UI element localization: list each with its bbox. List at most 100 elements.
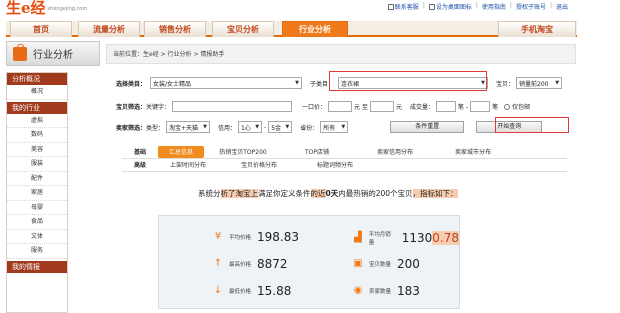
sidebar-item-home[interactable]: 家居	[7, 186, 67, 201]
chevron-down-icon: ▼	[255, 124, 260, 130]
desktop-icon-link[interactable]: 设为桌面图标	[428, 2, 472, 11]
chevron-down-icon: ▼	[295, 80, 300, 86]
breadcrumb: 当前位置：生e经 > 行业分析 > 情报助手	[106, 44, 576, 64]
deal-max-input[interactable]	[470, 101, 491, 112]
sidebar-item-services[interactable]: 服务	[7, 244, 67, 259]
logo-text: 生e经	[6, 0, 46, 17]
sidebar-section-my-industry[interactable]: 我的行业	[7, 101, 67, 114]
baby-label: 宝贝：	[496, 80, 515, 88]
chevron-down-icon: ▼	[203, 124, 208, 130]
price-max-input[interactable]	[369, 101, 394, 112]
sidebar-item-accessories[interactable]: 配件	[7, 172, 67, 186]
sidebar-item-beauty[interactable]: 美容	[7, 143, 67, 157]
user-guide-link[interactable]: 使用指南	[482, 2, 506, 11]
category-select[interactable]: 女装/女士精品 ▼	[150, 77, 303, 89]
baby-filter-label: 宝贝筛选：	[116, 104, 147, 111]
sidebar-section-overview[interactable]: 分析概况	[7, 73, 67, 85]
avg-sales-stat: ▟ 平均月销量 11300.78	[354, 231, 459, 246]
province-select[interactable]: 所有 ▼	[320, 121, 349, 133]
price-min-input[interactable]	[328, 101, 353, 112]
deal-label: 成交量：	[409, 104, 434, 111]
baby-range-select[interactable]: 销量前200 ▼	[516, 77, 563, 89]
price-unit-label: 元	[395, 104, 402, 111]
free-shipping-label: 仅包邮	[512, 104, 531, 111]
tab-mobile-taobao[interactable]: 手机淘宝	[498, 21, 576, 37]
tab-group-basic: 基础	[133, 149, 146, 156]
top-links: 联系客服 | 设为桌面图标 | 使用指南 | 授权子账号 | 退出	[387, 2, 568, 11]
sidebar-item-virtual[interactable]: 虚拟	[7, 114, 67, 128]
category-label: 选择类目：	[116, 80, 147, 88]
tab-traffic-analysis[interactable]: 流量分析	[78, 21, 140, 37]
max-price-stat: ↑ 最高价格 8872	[213, 257, 288, 271]
package-icon: ▣	[353, 258, 363, 269]
summary-notice: 系统分析了淘宝上满足你定义条件的近0天内最热销的200个宝贝，指标如下：	[198, 189, 458, 198]
sidebar-item-digital[interactable]: 数码	[7, 128, 67, 143]
tab-home[interactable]: 首页	[10, 21, 72, 37]
logo-domain: shengejing.com	[47, 6, 88, 12]
baby-filter-row: 宝贝筛选： 关键字： 一口价： 元 至 元 成交量： 笔 - 笔 仅包邮	[116, 101, 530, 112]
credit-label: 信用：	[218, 124, 237, 132]
deal-min-input[interactable]	[436, 101, 456, 112]
seller-filter-label: 卖家筛选：	[116, 124, 147, 132]
price-label: 一口价：	[302, 104, 327, 111]
contact-support-link[interactable]: 联系客服	[387, 2, 419, 11]
bar-chart-icon: ▟	[354, 232, 362, 243]
arrow-up-icon: ↑	[213, 258, 223, 269]
seller-count-stat: ◉ 卖家数量 183	[353, 284, 420, 298]
tab-top200-items[interactable]: 热销宝贝TOP200	[204, 146, 282, 158]
province-label: 省份：	[300, 124, 319, 132]
tab-item-analysis[interactable]: 宝贝分析	[212, 21, 274, 37]
price-to-label: 元 至	[354, 104, 368, 111]
min-price-stat: ↓ 最低价格 15.88	[213, 284, 292, 298]
keyword-label: 关键字：	[146, 104, 171, 111]
sidebar-item-overview[interactable]: 概况	[7, 85, 67, 100]
sidebar: 分析概况 概况 我的行业 虚拟 数码 美容 服装 配件 家居 母婴 食品 文体 …	[6, 72, 68, 313]
seller-filter-row: 卖家筛选： 类型： 淘宝+天猫 ▼ 信用： 1心 ▼ - 5金 ▼ 省份： 所有 ▼ 条…	[116, 121, 543, 133]
sidebar-header: 行业分析	[6, 41, 100, 66]
main-nav: 首页 流量分析 销售分析 宝贝分析 行业分析 手机淘宝	[6, 21, 577, 37]
deal-unit-label: 笔	[492, 104, 499, 111]
sub-account-link[interactable]: 授权子账号	[516, 2, 546, 11]
deal-to-label: 笔 -	[458, 104, 469, 111]
free-shipping-checkbox[interactable]	[504, 103, 511, 110]
credit-to-select[interactable]: 5金 ▼	[268, 121, 293, 133]
item-count-stat: ▣ 宝贝数量 200	[353, 257, 420, 271]
stats-panel: ¥ 平均价格 198.83 ▟ 平均月销量 11300.78 ↑ 最高价格 88…	[158, 215, 460, 309]
tab-industry-analysis[interactable]: 行业分析	[282, 21, 348, 37]
tab-sales-analysis[interactable]: 销售分析	[144, 21, 206, 37]
tab-top-shops[interactable]: TOP店铺	[282, 146, 352, 158]
query-highlight	[495, 117, 569, 133]
type-select[interactable]: 淘宝+天猫 ▼	[166, 121, 211, 133]
chevron-down-icon: ▼	[555, 80, 560, 86]
type-label: 类型：	[146, 124, 165, 132]
tab-seller-city[interactable]: 卖家城市分布	[438, 146, 508, 158]
sidebar-item-baby[interactable]: 母婴	[7, 201, 67, 215]
sidebar-item-apparel[interactable]: 服装	[7, 157, 67, 172]
logo[interactable]: 生e经 shengejing.com	[6, 0, 87, 18]
sidebar-item-food[interactable]: 食品	[7, 215, 67, 230]
tab-price-distribution[interactable]: 宝贝价格分布	[218, 159, 300, 171]
chevron-down-icon: ▼	[285, 124, 290, 130]
tab-title-keywords[interactable]: 标题词频分布	[300, 159, 370, 171]
desktop-icon	[428, 4, 435, 10]
tab-listing-time[interactable]: 上架时间分布	[158, 159, 218, 171]
logout-link[interactable]: 退出	[556, 2, 568, 11]
subcategory-highlight	[329, 71, 487, 91]
reset-button[interactable]: 条件重置	[390, 121, 465, 133]
sidebar-item-stationery[interactable]: 文体	[7, 230, 67, 244]
chevron-down-icon: ▼	[341, 124, 346, 130]
sidebar-title: 行业分析	[33, 50, 73, 61]
avg-price-stat: ¥ 平均价格 198.83	[214, 230, 300, 244]
yen-icon: ¥	[214, 231, 222, 242]
tab-group-advanced: 高级	[133, 162, 146, 169]
headset-icon	[387, 4, 394, 10]
seller-icon: ◉	[353, 285, 363, 296]
tab-summary[interactable]: 汇总信息	[158, 146, 204, 158]
result-tabs: 基础 汇总信息 热销宝贝TOP200 TOP店铺 卖家信用分布 卖家城市分布 高…	[122, 146, 567, 173]
arrow-down-icon: ↓	[213, 285, 223, 296]
keyword-input[interactable]	[172, 101, 293, 112]
sidebar-section-my-intel[interactable]: 我的情报	[7, 260, 67, 273]
credit-from-select[interactable]: 1心 ▼	[238, 121, 263, 133]
tab-seller-credit[interactable]: 卖家信用分布	[352, 146, 438, 158]
shopping-bag-icon	[13, 43, 27, 61]
